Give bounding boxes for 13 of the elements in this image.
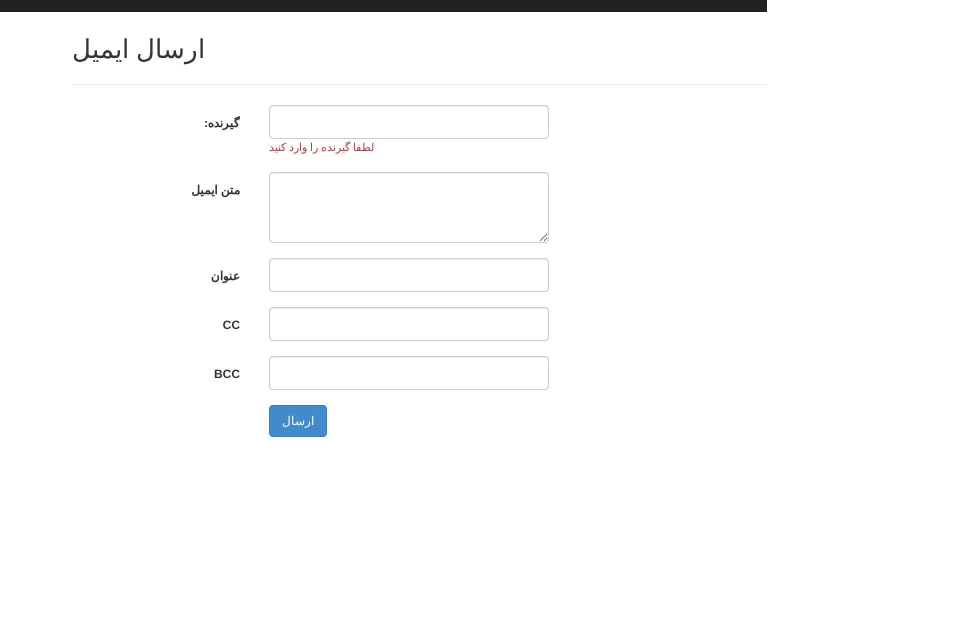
send-button[interactable]: ارسال [269,405,327,437]
text-input-field[interactable] [269,356,549,390]
field-label: عنوان [211,269,240,283]
field-label: :گیرنده [204,116,240,130]
message-textarea[interactable] [269,172,549,243]
text-input-field[interactable] [269,105,549,139]
field-label: متن ایمیل [192,183,240,197]
page-title: ارسال ایمیل [72,34,206,65]
text-input-field[interactable] [269,258,549,292]
field-label: BCC [214,367,240,381]
validation-error: لطفا گیرنده را وارد کنید [269,141,376,156]
text-input-field[interactable] [269,307,549,341]
field-label: CC [222,318,240,332]
